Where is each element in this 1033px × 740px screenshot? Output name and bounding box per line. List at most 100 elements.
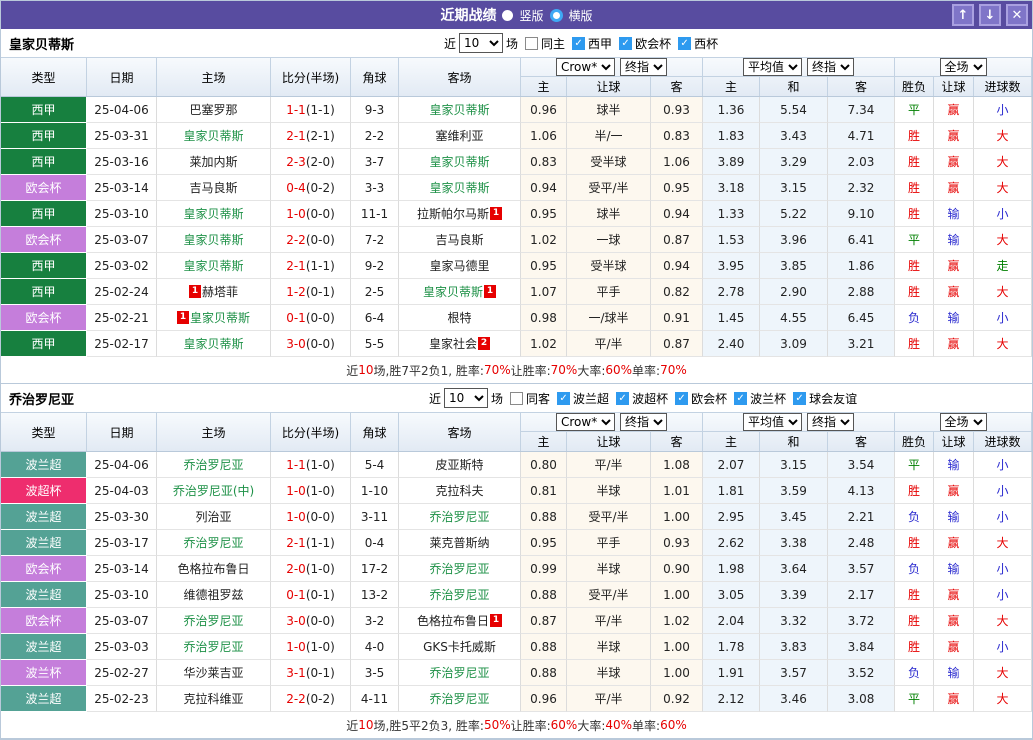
home-team-name: 赫塔菲 xyxy=(201,285,238,299)
league-checkbox-0[interactable]: ✓ xyxy=(557,391,571,405)
goals-result: 小 xyxy=(974,478,1032,504)
league-type-badge: 波兰超 xyxy=(1,634,87,660)
odds-company-select[interactable]: Crow* xyxy=(556,58,615,76)
league-checkbox-1[interactable]: ✓ xyxy=(619,36,633,50)
goals-result: 小 xyxy=(974,452,1032,478)
average-odds-select[interactable]: 平均值 xyxy=(743,413,802,431)
fulltime-score: 2-1 xyxy=(286,258,306,273)
match-row: 欧会杯 25-03-14 吉马良斯 0-4 (0-2) 3-3 皇家贝蒂斯 0.94 受平/半 0… xyxy=(1,175,1032,201)
match-count-select[interactable]: 10 xyxy=(444,388,489,408)
horizontal-layout-radio[interactable] xyxy=(549,8,563,22)
final-odds-select-2[interactable]: 终指 xyxy=(807,58,854,76)
eu-draw-header: 和 xyxy=(760,432,828,451)
period-select[interactable]: 全场 xyxy=(939,413,987,431)
home-team: 皇家贝蒂斯 xyxy=(157,227,271,253)
match-result: 胜 xyxy=(895,530,934,556)
ah-away-odds: 1.00 xyxy=(651,660,703,686)
red-card-badge: 1 xyxy=(490,207,502,220)
corner-score: 9-2 xyxy=(351,253,399,279)
corner-score: 17-2 xyxy=(351,556,399,582)
match-date: 25-03-10 xyxy=(87,201,157,227)
league-checkbox-4[interactable]: ✓ xyxy=(793,391,807,405)
odds-company-select[interactable]: Crow* xyxy=(556,413,615,431)
ah-home-header: 主 xyxy=(521,77,567,96)
horizontal-layout-label[interactable]: 横版 xyxy=(569,7,593,24)
league-checkbox-1[interactable]: ✓ xyxy=(616,391,630,405)
corner-score: 4-0 xyxy=(351,634,399,660)
halftime-score: (0-1) xyxy=(305,587,335,602)
final-odds-select[interactable]: 终指 xyxy=(620,58,667,76)
eu-away-odds: 4.13 xyxy=(828,478,895,504)
fulltime-score: 1-0 xyxy=(286,509,306,524)
match-result: 负 xyxy=(895,504,934,530)
final-odds-select-2[interactable]: 终指 xyxy=(807,413,854,431)
handicap-result-header: 让球 xyxy=(934,77,974,96)
halftime-score: (1-0) xyxy=(305,639,335,654)
league-checkbox-2[interactable]: ✓ xyxy=(678,36,692,50)
same-venue-checkbox[interactable] xyxy=(510,391,524,405)
ah-away-odds: 0.87 xyxy=(651,331,703,357)
away-team-name: 乔治罗尼亚 xyxy=(429,692,490,706)
period-select[interactable]: 全场 xyxy=(939,58,987,76)
match-result: 胜 xyxy=(895,634,934,660)
handicap-result: 赢 xyxy=(934,331,974,357)
summary-segment: 单率: xyxy=(632,363,661,378)
match-date: 25-03-31 xyxy=(87,123,157,149)
away-team-name: 色格拉布鲁日 xyxy=(416,614,489,628)
move-up-button[interactable]: ↑ xyxy=(952,4,974,26)
ah-line: 受平/半 xyxy=(567,504,651,530)
match-result: 平 xyxy=(895,97,934,123)
league-type-badge: 欧会杯 xyxy=(1,305,87,331)
summary-segment: 40% xyxy=(605,718,633,732)
ah-away-odds: 0.93 xyxy=(651,97,703,123)
red-card-badge: 1 xyxy=(484,285,496,298)
move-down-button[interactable]: ↓ xyxy=(979,4,1001,26)
match-result: 胜 xyxy=(895,253,934,279)
match-count-select[interactable]: 10 xyxy=(459,33,504,53)
eu-draw-odds: 3.43 xyxy=(760,123,828,149)
ah-line-header: 让球 xyxy=(567,77,651,96)
average-odds-select[interactable]: 平均值 xyxy=(743,58,802,76)
eu-home-header: 主 xyxy=(703,77,760,96)
eu-away-odds: 3.08 xyxy=(828,686,895,712)
same-venue-checkbox[interactable] xyxy=(525,36,539,50)
match-result: 胜 xyxy=(895,331,934,357)
home-team: 乔治罗尼亚(中) xyxy=(157,478,271,504)
match-row: 欧会杯 25-03-07 皇家贝蒂斯 2-2 (0-0) 7-2 吉马良斯 1.02 一球 0.8… xyxy=(1,227,1032,253)
match-date: 25-04-06 xyxy=(87,452,157,478)
home-team-name: 华沙莱吉亚 xyxy=(183,666,244,680)
vertical-layout-radio[interactable] xyxy=(502,9,514,21)
eu-draw-odds: 3.46 xyxy=(760,686,828,712)
match-row: 西甲 25-03-02 皇家贝蒂斯 2-1 (1-1) 9-2 皇家马德里 0.95 受半球 0.… xyxy=(1,253,1032,279)
handicap-result: 赢 xyxy=(934,530,974,556)
match-row: 波兰超 25-03-30 列治亚 1-0 (0-0) 3-11 乔治罗尼亚 0.88 受平/半 1… xyxy=(1,504,1032,530)
close-button[interactable]: ✕ xyxy=(1006,4,1028,26)
summary-segment: 60% xyxy=(605,363,633,377)
away-team-name: 乔治罗尼亚 xyxy=(429,510,490,524)
window-buttons: ↑ ↓ ✕ xyxy=(952,4,1028,26)
eu-away-odds: 3.21 xyxy=(828,331,895,357)
up-arrow-icon: ↑ xyxy=(957,7,969,23)
league-checkbox-2[interactable]: ✓ xyxy=(675,391,689,405)
match-row: 西甲 25-03-31 皇家贝蒂斯 2-1 (2-1) 2-2 塞维利亚 1.06 半/一 0.8… xyxy=(1,123,1032,149)
league-checkbox-3[interactable]: ✓ xyxy=(734,391,748,405)
column-header: 客场 xyxy=(399,58,521,96)
away-team-name: 克拉科夫 xyxy=(435,484,484,498)
final-odds-select[interactable]: 终指 xyxy=(620,413,667,431)
match-result: 胜 xyxy=(895,123,934,149)
league-checkbox-0[interactable]: ✓ xyxy=(572,36,586,50)
score: 3-0 (0-0) xyxy=(271,331,351,357)
result-header: 胜负 xyxy=(895,432,934,451)
eu-draw-odds: 3.57 xyxy=(760,660,828,686)
goals-result: 大 xyxy=(974,123,1032,149)
ah-home-odds: 0.94 xyxy=(521,175,567,201)
ah-away-odds: 0.92 xyxy=(651,686,703,712)
vertical-layout-label[interactable]: 竖版 xyxy=(519,7,543,24)
column-header: 类型 xyxy=(1,413,87,451)
eu-draw-odds: 2.90 xyxy=(760,279,828,305)
league-type-badge: 西甲 xyxy=(1,279,87,305)
halftime-score: (2-0) xyxy=(305,154,335,169)
recent-results-window: 近期战绩 竖版 横版 ↑ ↓ ✕ 皇家贝蒂斯近 10 场同主 ✓ 西甲 ✓ 欧会杯 ✓ 西杯 类型… xyxy=(0,0,1033,740)
corner-score: 3-3 xyxy=(351,175,399,201)
match-row: 欧会杯 25-03-07 乔治罗尼亚 3-0 (0-0) 3-2 色格拉布鲁日 1 0.87 平/… xyxy=(1,608,1032,634)
